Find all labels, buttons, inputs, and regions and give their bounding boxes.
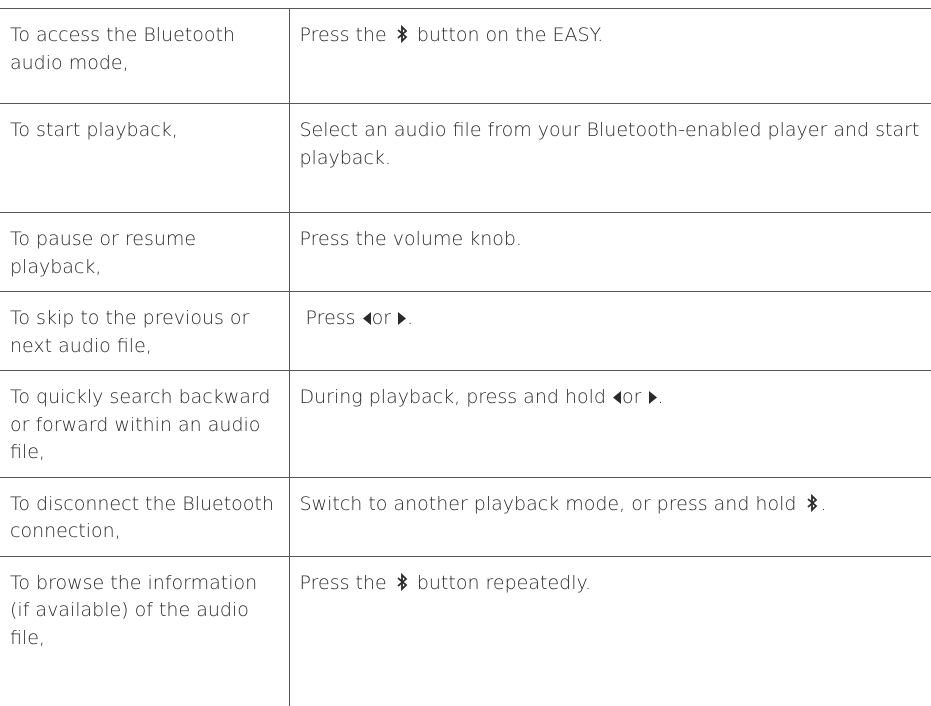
action-cell: To quickly search backward or forward wi…: [0, 370, 289, 477]
action-cell: To skip to the previous or next audio fi…: [0, 291, 289, 371]
triangle-right-icon: [648, 391, 657, 404]
instruction-text: Press: [305, 307, 356, 329]
instruction-text: .: [657, 386, 664, 408]
table-row: To start playback, Select an audio file …: [0, 103, 931, 213]
instruction-text: .: [407, 307, 414, 329]
action-text: To quickly search backward or forward wi…: [10, 386, 271, 463]
action-cell: To browse the information (if available)…: [0, 555, 289, 706]
table-row: To access the Bluetooth audio mode, Pres…: [0, 8, 931, 104]
instruction-cell: Select an audio file from your Bluetooth…: [288, 103, 931, 213]
instruction-text: .: [820, 492, 827, 515]
instruction-text: Switch to another playback mode, or pres…: [299, 492, 797, 515]
instruction-cell: During playback, press and hold or .: [288, 370, 931, 477]
instruction-cell: Press or .: [288, 291, 931, 371]
instruction-text: or: [622, 386, 642, 408]
table-row: To pause or resume playback, Press the v…: [0, 212, 931, 292]
triangle-right-icon: [398, 312, 407, 325]
bluetooth-icon: [397, 25, 408, 43]
table-row: To skip to the previous or next audio fi…: [0, 291, 931, 371]
instruction-cell: Press the button repeatedly.: [288, 555, 931, 706]
action-cell: To start playback,: [0, 103, 289, 213]
instruction-text: Press the: [299, 24, 387, 46]
action-text: To browse the information (if available)…: [10, 571, 258, 649]
action-cell: To disconnect the Bluetooth connection,: [0, 476, 289, 556]
action-text: To skip to the previous or next audio fi…: [10, 307, 250, 357]
bluetooth-icon: [397, 572, 408, 591]
table-row: To browse the information (if available)…: [0, 555, 931, 706]
action-text: To disconnect the Bluetooth connection,: [10, 492, 274, 543]
action-text: To start playback,: [10, 119, 178, 141]
triangle-left-icon: [362, 312, 371, 325]
instruction-text: or: [371, 307, 392, 329]
instruction-text: Press the: [299, 571, 387, 594]
action-text: To pause or resume playback,: [10, 228, 197, 278]
action-text: To access the Bluetooth audio mode,: [10, 24, 235, 74]
instruction-text: button repeatedly.: [416, 571, 592, 594]
bluetooth-icon: [806, 493, 817, 512]
instruction-cell: Switch to another playback mode, or pres…: [288, 476, 931, 556]
table-row: To quickly search backward or forward wi…: [0, 370, 931, 477]
triangle-left-icon: [613, 391, 622, 404]
instruction-cell: Press the volume knob.: [288, 212, 931, 292]
table-row: To disconnect the Bluetooth connection, …: [0, 476, 931, 556]
instruction-text: Press the volume knob.: [299, 228, 522, 250]
instruction-text: Select an audio file from your Bluetooth…: [299, 119, 920, 169]
action-cell: To pause or resume playback,: [0, 212, 289, 292]
instruction-text: During playback, press and hold: [299, 386, 606, 408]
instruction-cell: Press the button on the EASY.: [288, 8, 931, 104]
action-cell: To access the Bluetooth audio mode,: [0, 8, 289, 104]
instruction-table: To access the Bluetooth audio mode, Pres…: [0, 8, 931, 706]
instruction-text: button on the EASY.: [416, 24, 604, 46]
